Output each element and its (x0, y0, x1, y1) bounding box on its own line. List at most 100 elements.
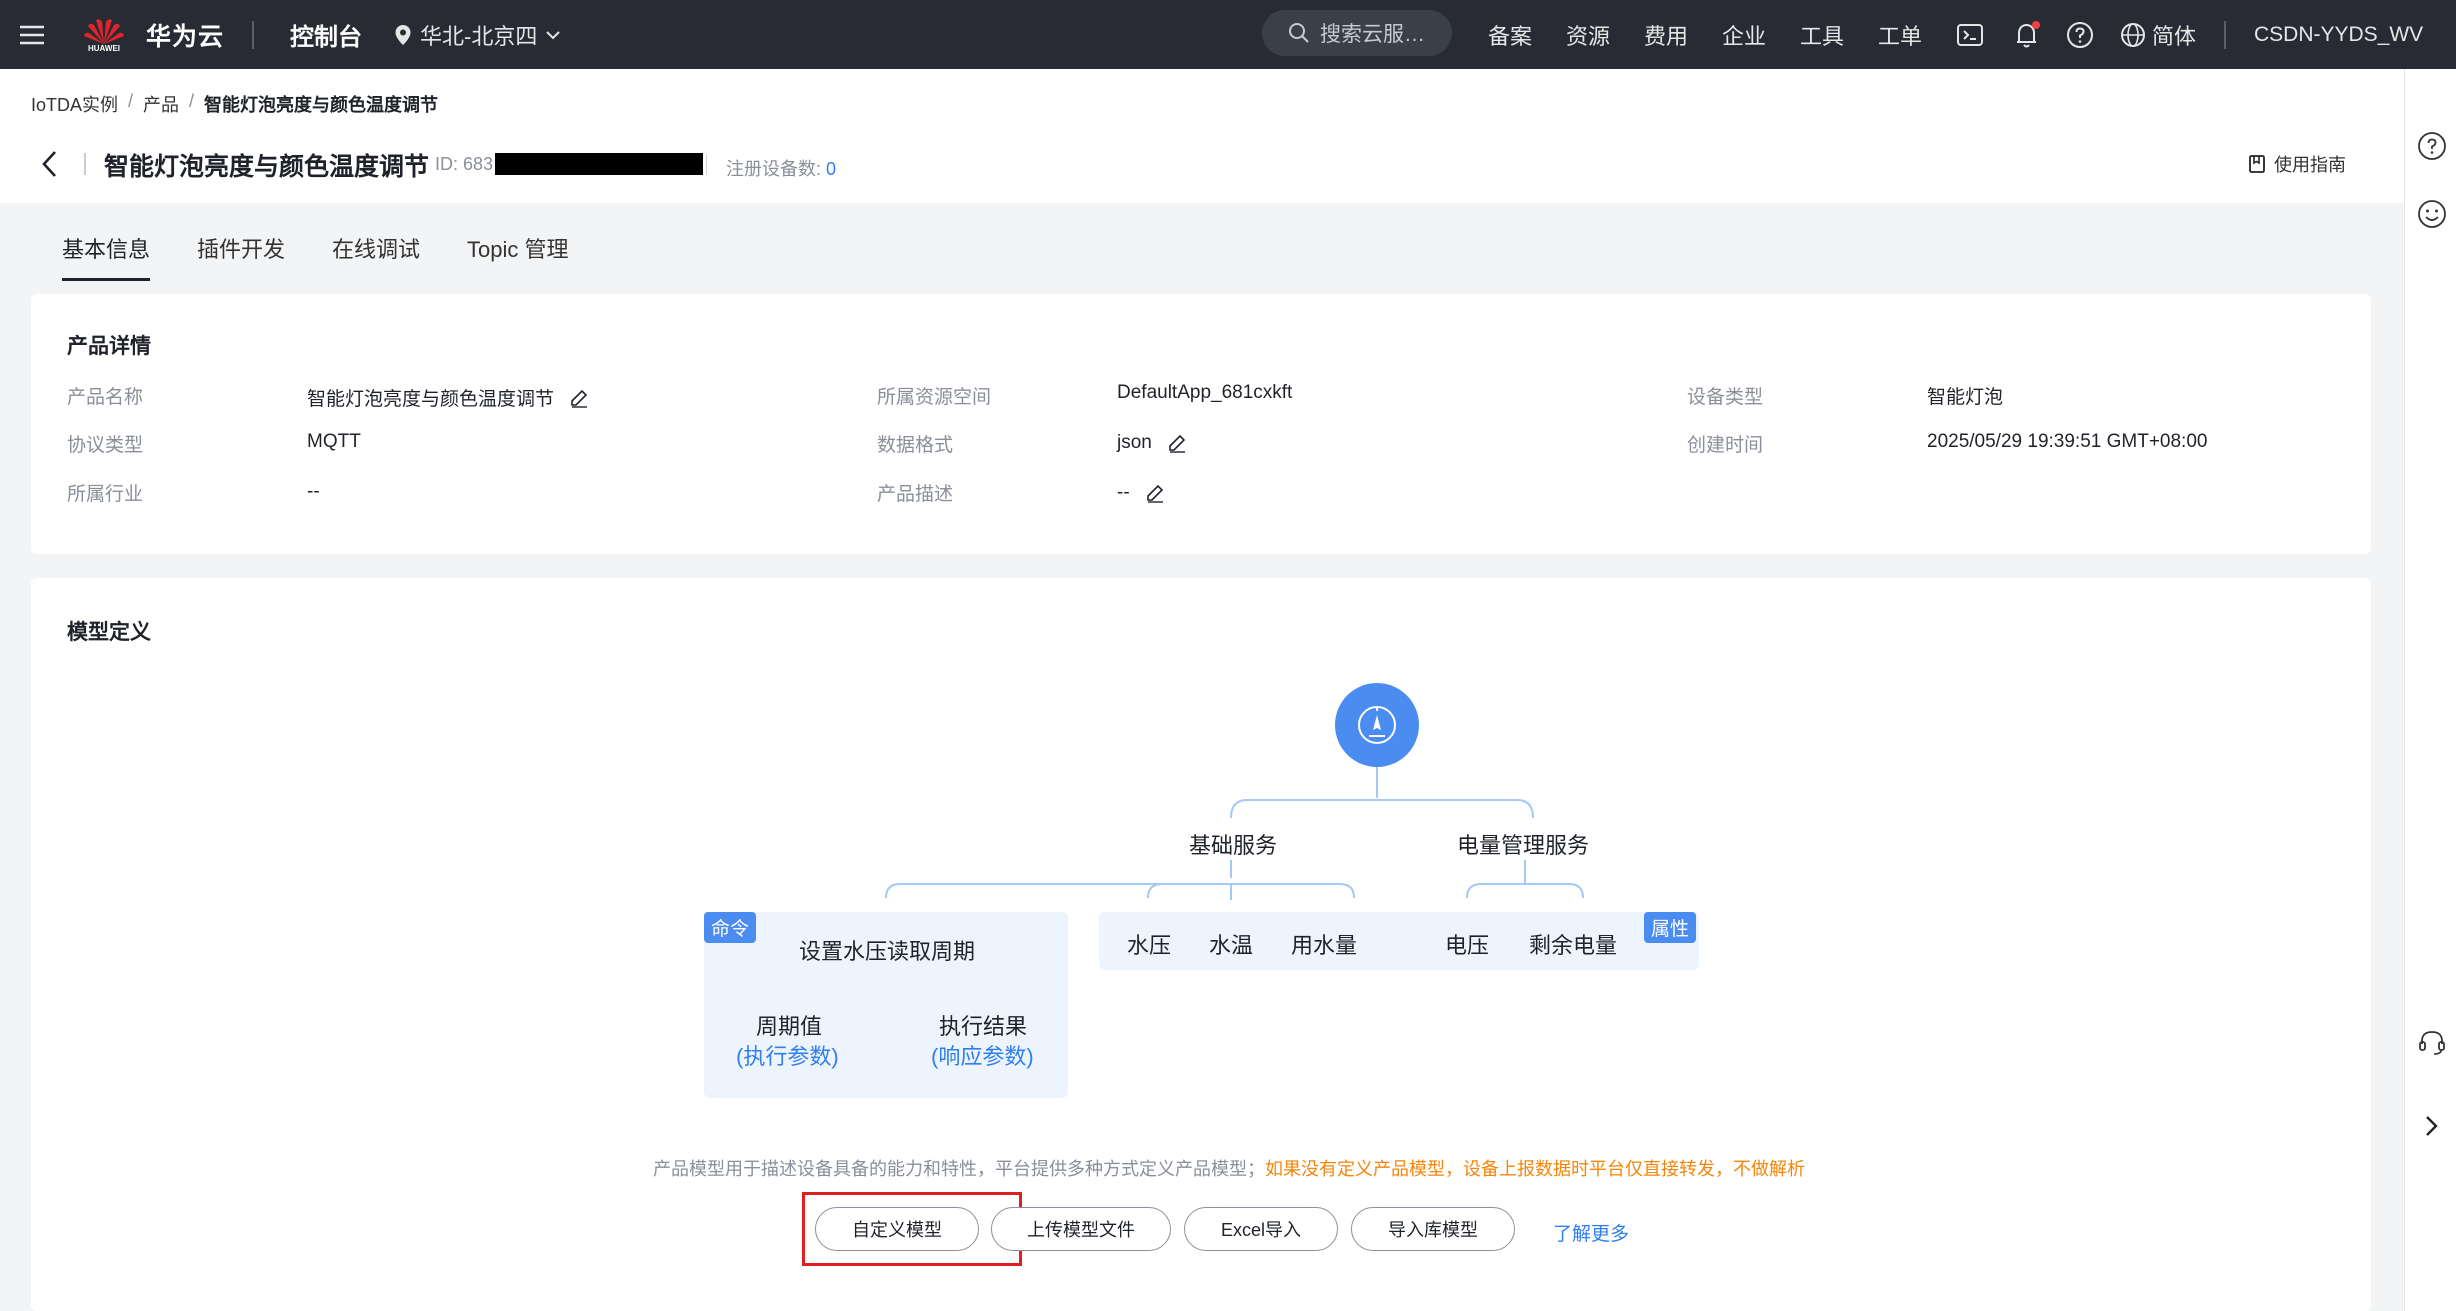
upload-model-file-button[interactable]: 上传模型文件 (991, 1207, 1171, 1251)
edit-icon[interactable] (568, 387, 590, 409)
notification-bell-icon[interactable] (2012, 0, 2042, 69)
language-selector[interactable]: 简体 (2120, 0, 2196, 69)
section-title-details: 产品详情 (67, 335, 151, 358)
service-power-management[interactable]: 电量管理服务 (1457, 828, 1589, 860)
logo-text: HUAWEI (88, 44, 120, 53)
user-account-menu[interactable]: CSDN-YYDS_WV (2254, 0, 2423, 69)
tab-topic-management[interactable]: Topic 管理 (467, 232, 568, 281)
tab-online-debug[interactable]: 在线调试 (332, 232, 420, 281)
customer-service-headset-icon[interactable] (2417, 1027, 2447, 1062)
globe-icon (2121, 22, 2145, 47)
command-response-name: 执行结果 (939, 1014, 1028, 1039)
label-device-type: 设备类型 (1687, 387, 1764, 408)
command-tag: 命令 (704, 912, 757, 943)
value-device-type: 智能灯泡 (1927, 387, 2004, 408)
page-title: 智能灯泡亮度与颜色温度调节 (104, 153, 430, 181)
tab-basic-info[interactable]: 基本信息 (62, 232, 151, 281)
location-pin-icon (395, 24, 411, 45)
command-name[interactable]: 设置水压读取周期 (799, 934, 975, 966)
divider (706, 155, 707, 175)
menu-icon[interactable] (18, 0, 46, 69)
product-id: ID: 683 (435, 153, 704, 175)
value-resource-space: DefaultApp_681cxkft (1117, 382, 1293, 403)
value-created-time: 2025/05/29 19:39:51 GMT+08:00 (1927, 431, 2208, 452)
registered-device-count: 注册设备数: 0 (726, 155, 836, 181)
breadcrumb: IoTDA实例 / 产品 / 智能灯泡亮度与颜色温度调节 (31, 91, 438, 117)
model-note-text: 产品模型用于描述设备具备的能力和特性，平台提供多种方式定义产品模型； (653, 1159, 1265, 1179)
value-product-name: 智能灯泡亮度与颜色温度调节 (307, 384, 590, 411)
right-rail (2404, 69, 2456, 1311)
divider (84, 153, 86, 175)
search-input[interactable]: 搜索云服… (1262, 10, 1452, 56)
tab-plugin-dev[interactable]: 插件开发 (197, 232, 285, 281)
product-details-card: 产品详情 产品名称 智能灯泡亮度与颜色温度调节 协议类型 MQTT 所属行业 -… (31, 294, 2371, 554)
breadcrumb-separator: / (128, 91, 134, 111)
terminal-icon[interactable] (1956, 0, 1984, 69)
description-text: -- (1117, 482, 1130, 503)
chevron-right-icon[interactable] (2421, 1113, 2441, 1144)
feedback-smiley-icon[interactable] (2417, 199, 2447, 234)
help-icon[interactable] (2417, 131, 2447, 166)
product-tabs: 基本信息 插件开发 在线调试 Topic 管理 (62, 232, 569, 281)
label-protocol: 协议类型 (67, 435, 144, 456)
product-name-text: 智能灯泡亮度与颜色温度调节 (307, 389, 555, 410)
command-param-type: (执行参数) (736, 1044, 839, 1069)
data-format-text: json (1117, 432, 1152, 453)
edit-icon[interactable] (1166, 432, 1188, 454)
label-data-format: 数据格式 (877, 435, 954, 456)
excel-import-button[interactable]: Excel导入 (1184, 1207, 1338, 1251)
product-id-label: ID: 683 (435, 153, 494, 174)
property-item[interactable]: 水温 (1209, 928, 1253, 960)
chevron-down-icon (546, 30, 561, 39)
breadcrumb-iotda[interactable]: IoTDA实例 (31, 91, 118, 117)
book-icon (2249, 155, 2265, 173)
label-industry: 所属行业 (67, 484, 144, 505)
custom-model-button[interactable]: 自定义模型 (815, 1207, 979, 1251)
region-selector[interactable]: 华北-北京四 (394, 0, 561, 69)
back-arrow-icon[interactable] (40, 149, 60, 184)
product-header: IoTDA实例 / 产品 / 智能灯泡亮度与颜色温度调节 智能灯泡亮度与颜色温度… (0, 69, 2404, 203)
property-item[interactable]: 电压 (1445, 928, 1489, 960)
divider (2224, 21, 2226, 49)
property-item[interactable]: 剩余电量 (1529, 928, 1617, 960)
nav-item-resources[interactable]: 资源 (1566, 0, 1610, 69)
nav-item-billing[interactable]: 费用 (1644, 0, 1688, 69)
command-param-name: 周期值 (756, 1014, 823, 1039)
language-label: 简体 (2152, 23, 2197, 49)
device-count-label: 注册设备数: (726, 159, 822, 179)
breadcrumb-products[interactable]: 产品 (143, 91, 179, 117)
user-guide-label: 使用指南 (2274, 155, 2346, 175)
label-created-time: 创建时间 (1687, 435, 1764, 456)
nav-item-tools[interactable]: 工具 (1800, 0, 1844, 69)
brand-name[interactable]: 华为云 (146, 0, 224, 69)
property-item[interactable]: 水压 (1127, 928, 1171, 960)
value-description: -- (1117, 482, 1166, 504)
model-note: 产品模型用于描述设备具备的能力和特性，平台提供多种方式定义产品模型；如果没有定义… (653, 1155, 1805, 1181)
model-definition-card: 模型定义 基础服务 电量管理服务 命令 属性 设置水压读取周期 周期值 (执行参… (31, 578, 2371, 1311)
value-data-format: json (1117, 432, 1188, 454)
learn-more-link[interactable]: 了解更多 (1553, 1219, 1629, 1246)
value-industry: -- (307, 481, 320, 502)
user-guide-link[interactable]: 使用指南 (2248, 151, 2346, 177)
nav-item-filing[interactable]: 备案 (1488, 0, 1532, 69)
service-basic[interactable]: 基础服务 (1189, 828, 1277, 860)
model-warning-text: 如果没有定义产品模型，设备上报数据时平台仅直接转发，不做解析 (1265, 1159, 1805, 1179)
device-count-value[interactable]: 0 (826, 159, 836, 179)
import-library-model-button[interactable]: 导入库模型 (1351, 1207, 1515, 1251)
help-icon[interactable] (2066, 0, 2094, 69)
search-icon (1289, 23, 1309, 43)
nav-item-tickets[interactable]: 工单 (1878, 0, 1922, 69)
huawei-logo[interactable]: HUAWEI (82, 0, 126, 69)
label-resource-space: 所属资源空间 (877, 387, 992, 408)
top-navigation-bar: HUAWEI 华为云 控制台 华北-北京四 搜索云服… 备案 资源 费用 企业 … (0, 0, 2456, 69)
region-label: 华北-北京四 (420, 23, 538, 49)
console-link[interactable]: 控制台 (290, 0, 362, 69)
label-description: 产品描述 (877, 484, 954, 505)
edit-icon[interactable] (1144, 482, 1166, 504)
breadcrumb-current: 智能灯泡亮度与颜色温度调节 (204, 95, 439, 115)
nav-item-enterprise[interactable]: 企业 (1722, 0, 1766, 69)
redacted-block (495, 153, 704, 175)
property-item[interactable]: 用水量 (1291, 928, 1357, 960)
search-placeholder: 搜索云服… (1320, 23, 1425, 46)
command-response-type: (响应参数) (931, 1044, 1034, 1069)
